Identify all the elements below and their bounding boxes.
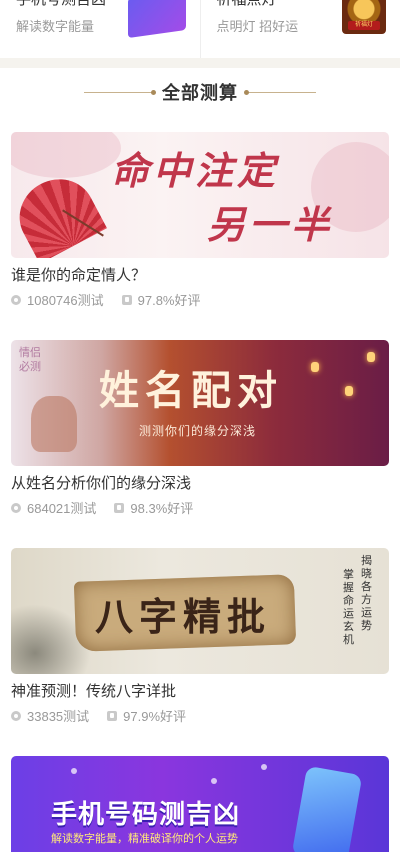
banner-tag-text: 情侣必测 [19,346,43,374]
rating-text: 98.3%好评 [130,498,193,517]
rating: 98.3%好评 [114,498,193,517]
banner-headline-2: 另一半 [207,194,333,249]
sparkle-icon [71,768,77,774]
banner-headline: 八字精批 [95,586,271,641]
test-count: 684021测试 [11,498,96,517]
card-stats: 33835测试 97.9%好评 [11,706,389,725]
section-divider [0,58,400,68]
umbrella-icon [11,166,107,258]
featured-tile-title: 手机号测吉凶 [16,0,106,9]
reading-card-bazi[interactable]: 八字精批 揭晓各方运势 掌握命运玄机 神准预测！传统八字详批 33835测试 9… [11,548,389,725]
lamp-plate-text: 祈福灯 [348,21,380,30]
rating-text: 97.8%好评 [138,290,201,309]
eye-icon [11,295,21,305]
reading-card-phone-number[interactable]: 手机号码测吉凶 解读数字能量，精准破译你的个人运势 [11,756,389,852]
banner-headline: 命中注定 [111,140,279,195]
test-count: 33835测试 [11,706,89,725]
rating: 97.8%好评 [122,290,201,309]
card-banner[interactable]: 八字精批 揭晓各方运势 掌握命运玄机 [11,548,389,674]
card-banner[interactable]: 情侣必测 姓名配对 测测你们的缘分深浅 [11,340,389,466]
featured-tile-subtitle: 解读数字能量 [16,16,94,35]
banner-decor [11,132,121,178]
featured-tile-phone[interactable]: 手机号测吉凶 解读数字能量 [0,0,200,58]
card-title: 从姓名分析你们的缘分深浅 [11,474,389,494]
test-count-text: 1080746测试 [27,290,104,309]
banner-headline: 姓名配对 [99,358,283,416]
featured-tiles: 手机号测吉凶 解读数字能量 祈福点灯 点明灯 招好运 祈福灯 [0,0,400,59]
phone-icon [292,766,363,852]
featured-tile-subtitle: 点明灯 招好运 [217,16,299,35]
lantern-icon [367,352,375,362]
card-banner[interactable]: 命中注定 另一半 [11,132,389,258]
banner-subline: 测测你们的缘分深浅 [139,422,256,439]
banner-vertical-text-1: 揭晓各方运势 [361,554,375,632]
test-count-text: 33835测试 [27,706,89,725]
test-count-text: 684021测试 [27,498,96,517]
card-stats: 1080746测试 97.8%好评 [11,290,389,309]
section-header: 全部测算 [0,78,400,106]
lantern-icon [311,362,319,372]
phone-chart-icon [128,0,186,38]
banner-headline: 手机号码测吉凶 [51,794,240,831]
rating-text: 97.9%好评 [123,706,186,725]
featured-tile-title: 祈福点灯 [217,0,277,9]
decor-line-left [84,92,154,93]
crane-icon [31,396,77,452]
card-title: 神准预测！传统八字详批 [11,682,389,702]
lantern-icon [345,386,353,396]
featured-tile-lamp[interactable]: 祈福点灯 点明灯 招好运 祈福灯 [200,0,400,58]
thumbs-up-icon [107,711,117,721]
test-count: 1080746测试 [11,290,104,309]
eye-icon [11,503,21,513]
sparkle-icon [211,778,217,784]
eye-icon [11,711,21,721]
sparkle-icon [261,764,267,770]
thumbs-up-icon [122,295,132,305]
section-title: 全部测算 [162,79,238,105]
banner-vertical-text-2: 掌握命运玄机 [343,568,357,646]
reading-card-name-match[interactable]: 情侣必测 姓名配对 测测你们的缘分深浅 从姓名分析你们的缘分深浅 684021测… [11,340,389,517]
decor-line-right [246,92,316,93]
reading-card-destiny[interactable]: 命中注定 另一半 谁是你的命定情人？ 1080746测试 97.8%好评 [11,132,389,309]
banner-subline: 解读数字能量，精准破译你的个人运势 [51,830,238,846]
card-banner[interactable]: 手机号码测吉凶 解读数字能量，精准破译你的个人运势 [11,756,389,852]
thumbs-up-icon [114,503,124,513]
rating: 97.9%好评 [107,706,186,725]
banner-tag: 情侣必测 [19,346,43,374]
card-stats: 684021测试 98.3%好评 [11,498,389,517]
card-title: 谁是你的命定情人？ [11,266,389,286]
lamp-icon: 祈福灯 [342,0,386,34]
